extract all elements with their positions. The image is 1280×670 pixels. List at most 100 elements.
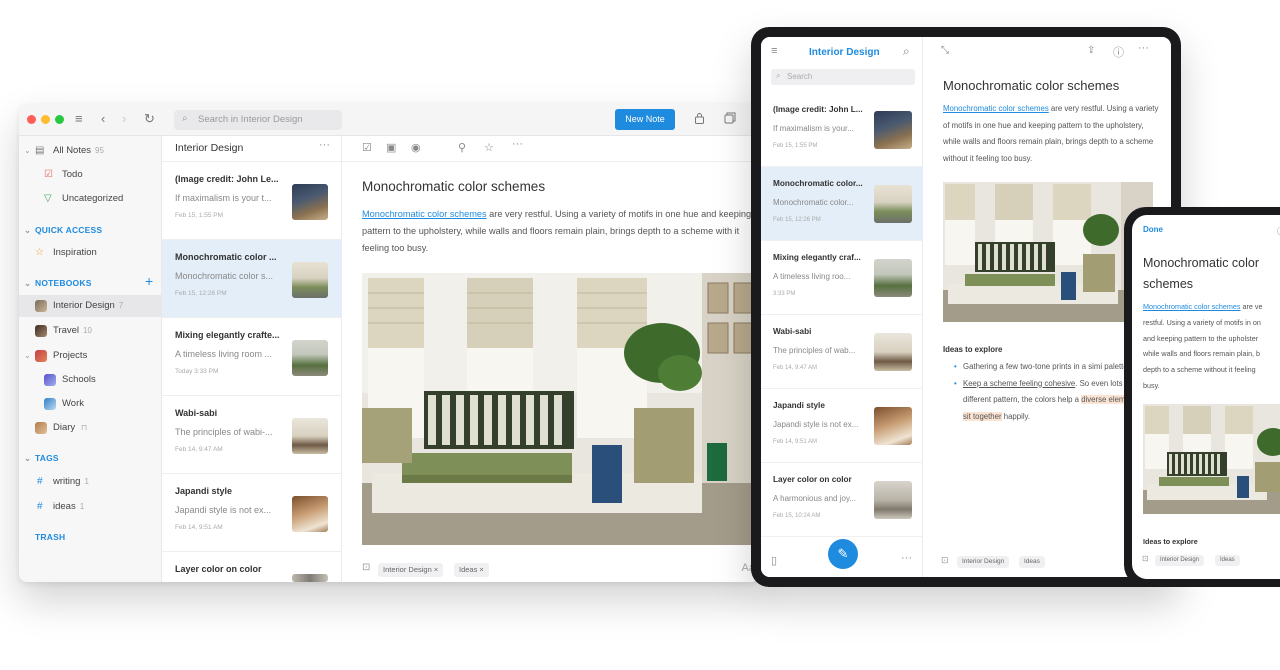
back-icon[interactable]: ‹ (101, 111, 105, 126)
sidebar-count: 1 (79, 502, 85, 511)
tag-chip[interactable]: Ideas × (454, 563, 489, 577)
note-link[interactable]: Monochromatic color schemes (943, 104, 1049, 113)
note-title[interactable]: Monochromatic color schemes (1143, 253, 1280, 295)
ideas-heading: Ideas to explore (943, 345, 1003, 354)
note-list-title: Interior Design (175, 142, 244, 154)
note-link[interactable]: Monochromatic color schemes (1143, 302, 1240, 311)
tag-chip[interactable]: Ideas (1019, 556, 1045, 568)
tags-header[interactable]: ⌄ TAGS (24, 453, 59, 463)
interior-photo (1143, 404, 1280, 514)
sidebar-item-inspiration[interactable]: ☆ Inspiration (19, 242, 162, 264)
note-title[interactable]: Monochromatic color schemes (943, 78, 1119, 93)
sidebar-item-diary[interactable]: Diary ⊓ (19, 417, 162, 439)
close-window-button[interactable] (27, 115, 36, 124)
search-icon: ⌕ (776, 71, 781, 80)
device-icon[interactable]: ▯ (771, 554, 777, 567)
list-item[interactable]: Wabi-sabi The principles of wab... Feb 1… (761, 315, 923, 389)
bullet-underlined-text: Keep a scheme feeling cohesive (963, 378, 1076, 388)
note-title[interactable]: Monochromatic color schemes (362, 179, 545, 194)
pin-icon[interactable]: ⚲ (458, 141, 466, 154)
list-item[interactable]: Japandi style Japandi style is not ex...… (162, 474, 342, 552)
tag-chip[interactable]: Interior Design (1155, 555, 1205, 566)
ideas-list: • Gathering a few two-tone prints in a si… (943, 359, 1153, 425)
more-icon[interactable]: ··· (1138, 42, 1149, 54)
note-date: Feb 14, 9:47 AM (773, 365, 818, 371)
sidebar-item-interior-design[interactable]: Interior Design 7 (19, 295, 162, 317)
sidebar-item-all-notes[interactable]: ⌄ ▤ All Notes 95 (19, 140, 162, 162)
record-icon[interactable]: ◉ (411, 141, 421, 154)
list-item[interactable]: (Image credit: John Le... If maximalism … (162, 162, 342, 240)
sidebar-item-tag-ideas[interactable]: # ideas 1 (19, 496, 162, 518)
more-icon[interactable]: ··· (512, 138, 523, 150)
sidebar-toggle-icon[interactable]: ≡ (75, 111, 83, 126)
tablet-device: ≡ Interior Design ⌕ ⌕ Search (Image cred… (751, 27, 1181, 587)
lock-icon[interactable] (694, 112, 705, 127)
list-item[interactable]: Japandi style Japandi style is not ex...… (761, 389, 923, 463)
more-icon[interactable]: ··· (901, 552, 912, 564)
minimize-window-button[interactable] (41, 115, 50, 124)
notebooks-header[interactable]: ⌄ NOTEBOOKS (24, 278, 92, 288)
search-icon[interactable]: ⌕ (903, 44, 910, 59)
tag-chip[interactable]: Interior Design (957, 556, 1010, 568)
list-item[interactable]: Monochromatic color... Monochromatic col… (761, 167, 923, 241)
add-notebook-icon[interactable]: + (145, 273, 153, 289)
star-icon[interactable]: ☆ (484, 141, 494, 154)
list-item[interactable]: Monochromatic color ... Monochromatic co… (162, 240, 342, 318)
section-label: TRASH (35, 532, 66, 542)
note-body[interactable]: Monochromatic color schemes are very res… (943, 101, 1161, 167)
list-item[interactable]: (Image credit: John L... If maximalism i… (761, 93, 923, 167)
sidebar-item-work[interactable]: Work (19, 393, 162, 415)
more-icon[interactable]: ··· (319, 139, 330, 151)
quick-access-header[interactable]: ⌄ QUICK ACCESS (24, 225, 102, 235)
sidebar-item-uncategorized[interactable]: ▽ Uncategorized (19, 188, 162, 210)
sidebar-label: ideas (53, 501, 76, 512)
note-title: Japandi style (773, 401, 825, 410)
list-item[interactable]: Mixing elegantly crafte... A timeless li… (162, 318, 342, 396)
note-body-text: while walls and floors remain plain, b (1143, 349, 1261, 359)
info-icon[interactable]: ⓘ (1113, 44, 1124, 60)
sidebar-item-projects[interactable]: ⌄ Projects (19, 345, 162, 367)
note-title: Japandi style (175, 486, 233, 496)
new-note-button[interactable]: New Note (615, 109, 675, 130)
sidebar-item-tag-writing[interactable]: # writing 1 (19, 471, 162, 493)
sidebar-item-travel[interactable]: Travel 10 (19, 320, 162, 342)
notebook-cover-icon (44, 398, 56, 410)
share-icon[interactable]: ⇪ (1087, 45, 1095, 56)
sidebar-label: writing (53, 476, 81, 487)
note-date: Feb 14, 9:47 AM (175, 446, 223, 453)
list-item[interactable]: Mixing elegantly craf... A timeless livi… (761, 241, 923, 315)
note-date: Feb 15, 12:26 PM (175, 290, 227, 297)
note-link[interactable]: Monochromatic color schemes (362, 209, 487, 219)
note-list: Interior Design ··· (Image credit: John … (162, 136, 342, 582)
sidebar-label: Todo (62, 169, 83, 180)
sidebar-label: Inspiration (53, 247, 97, 258)
list-item[interactable]: Layer color on color (162, 552, 342, 582)
note-body[interactable]: Monochromatic color schemes are very res… (362, 206, 754, 257)
tablet-search-input[interactable]: ⌕ Search (771, 69, 915, 85)
list-item: • Gathering a few two-tone prints in a si… (943, 359, 1153, 376)
list-item[interactable]: Wabi-sabi The principles of wabi-... Feb… (162, 396, 342, 474)
refresh-icon[interactable]: ↻ (144, 111, 155, 127)
note-body[interactable]: Monochromatic color schemes are ve restf… (1143, 299, 1280, 394)
search-icon: ⌕ (182, 113, 188, 124)
note-body-text: busy. (1143, 380, 1160, 390)
image-icon[interactable]: ▣ (386, 141, 396, 154)
sidebar-item-todo[interactable]: ☑ Todo (19, 164, 162, 186)
forward-icon[interactable]: › (122, 111, 126, 126)
search-input[interactable]: ⌕ Search in Interior Design (174, 110, 342, 130)
tag-chip[interactable]: Interior Design × (378, 563, 444, 577)
checklist-icon[interactable]: ☑ (362, 141, 372, 154)
sidebar-item-schools[interactable]: Schools (19, 369, 162, 391)
compose-button[interactable]: ✎ (828, 539, 858, 569)
done-button[interactable]: Done (1143, 225, 1163, 234)
note-thumbnail (292, 184, 328, 220)
sidebar-count: 95 (95, 146, 104, 155)
expand-icon[interactable]: ⤡ (941, 45, 949, 56)
note-thumbnail (292, 574, 328, 582)
list-item[interactable]: Layer color on color A harmonious and jo… (761, 463, 923, 537)
window-icon[interactable] (724, 112, 736, 127)
zoom-window-button[interactable] (55, 115, 64, 124)
trash-item[interactable]: TRASH (35, 532, 65, 542)
tag-chip[interactable]: Ideas (1215, 555, 1240, 566)
menu-icon[interactable]: ≡ (771, 45, 777, 57)
